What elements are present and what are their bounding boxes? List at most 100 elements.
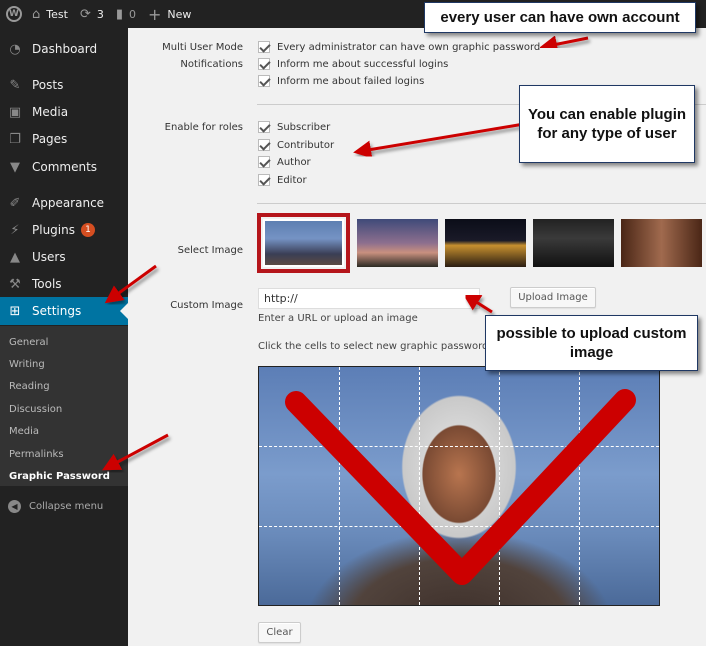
image-option-portrait[interactable] <box>621 219 702 267</box>
role-author[interactable]: Author <box>258 156 311 168</box>
collapse-menu-button[interactable]: ◀ Collapse menu <box>0 493 128 519</box>
sidebar-item-label: Comments <box>32 160 98 174</box>
submenu-item-media[interactable]: Media <box>9 426 39 437</box>
settings-submenu: General Writing Reading Discussion Media… <box>0 326 128 486</box>
plus-icon: + <box>148 4 162 24</box>
sidebar-item-comments[interactable]: ▼ Comments <box>0 153 128 181</box>
sidebar-item-label: Settings <box>32 304 82 318</box>
updates-link[interactable]: ⟳ 3 <box>74 0 110 28</box>
grid-instructions: Click the cells to select new graphic pa… <box>258 341 489 352</box>
multi-user-mode-label: Multi User Mode <box>162 42 243 53</box>
media-icon: ▣ <box>8 104 22 120</box>
section-divider <box>257 203 706 204</box>
settings-icon: ⊞ <box>9 303 21 319</box>
comments-link[interactable]: ▮ 0 <box>110 0 142 28</box>
sidebar-item-label: Dashboard <box>32 42 98 56</box>
wordpress-logo-icon[interactable]: W <box>6 6 22 22</box>
pin-icon: ✎ <box>9 77 21 93</box>
sidebar-item-media[interactable]: ▣ Media <box>0 98 128 126</box>
role-label: Subscriber <box>277 121 331 133</box>
graphic-password-image[interactable] <box>258 366 660 606</box>
notifications-label: Notifications <box>180 59 243 70</box>
upload-image-button[interactable]: Upload Image <box>510 287 596 308</box>
admin-sidebar: ◔ Dashboard ✎ Posts ▣ Media ❐ Pages ▼ Co… <box>0 28 128 646</box>
option-label: Inform me about successful logins <box>277 58 449 70</box>
sidebar-item-label: Posts <box>32 78 64 92</box>
sidebar-item-users[interactable]: ▲ Users <box>0 243 128 271</box>
home-icon: ⌂ <box>32 6 41 22</box>
image-option-bridge[interactable] <box>445 219 526 267</box>
submenu-item-graphic-password[interactable]: Graphic Password <box>9 471 110 482</box>
sidebar-item-label: Tools <box>32 277 62 291</box>
custom-image-label: Custom Image <box>170 300 243 311</box>
new-content-link[interactable]: + New <box>142 0 197 28</box>
role-editor[interactable]: Editor <box>258 174 307 186</box>
checkbox-checked[interactable] <box>258 174 270 186</box>
submenu-item-permalinks[interactable]: Permalinks <box>9 449 64 460</box>
callout-upload: possible to upload custom image <box>485 315 698 371</box>
submenu-item-writing[interactable]: Writing <box>9 359 45 370</box>
option-multi-user[interactable]: Every administrator can have own graphic… <box>258 41 540 53</box>
grid-column-line <box>579 367 580 605</box>
collapse-arrow-icon: ◀ <box>8 499 21 513</box>
callout-roles: You can enable plugin for any type of us… <box>519 85 695 163</box>
checkbox-checked[interactable] <box>258 156 270 168</box>
option-label: Every administrator can have own graphic… <box>277 41 541 53</box>
sidebar-item-pages[interactable]: ❐ Pages <box>0 125 128 153</box>
brush-icon: ✐ <box>9 195 21 211</box>
comment-icon: ▼ <box>10 159 20 175</box>
option-successful-logins[interactable]: Inform me about successful logins <box>258 58 448 70</box>
grid-column-line <box>419 367 420 605</box>
sidebar-item-dashboard[interactable]: ◔ Dashboard <box>0 35 128 63</box>
grid-column-line <box>499 367 500 605</box>
collapse-menu-label: Collapse menu <box>29 500 104 512</box>
comments-count: 0 <box>129 7 136 21</box>
screenshot-root: W ⌂ Test ⟳ 3 ▮ 0 + New ◔ Dashboard ✎ Pos… <box>0 0 706 646</box>
password-grid[interactable] <box>259 367 659 605</box>
sidebar-item-label: Appearance <box>32 196 105 210</box>
image-option-men-in-black[interactable] <box>533 219 614 267</box>
image-option-cheetah[interactable] <box>357 219 438 267</box>
sidebar-item-plugins[interactable]: ⚡ Plugins 1 <box>0 216 128 244</box>
user-icon: ▲ <box>10 249 20 265</box>
sidebar-item-label: Media <box>32 105 69 119</box>
comment-bubble-icon: ▮ <box>115 6 123 22</box>
grid-row-line <box>259 446 659 448</box>
checkbox-checked[interactable] <box>258 58 270 70</box>
sidebar-item-settings[interactable]: ⊞ Settings <box>0 297 128 325</box>
dashboard-icon: ◔ <box>9 41 21 57</box>
role-contributor[interactable]: Contributor <box>258 139 334 151</box>
grid-column-line <box>339 367 340 605</box>
active-indicator <box>120 303 128 319</box>
site-name-link[interactable]: ⌂ Test <box>26 0 74 28</box>
role-label: Editor <box>277 174 307 186</box>
sidebar-item-tools[interactable]: ⚒ Tools <box>0 270 128 298</box>
sidebar-item-posts[interactable]: ✎ Posts <box>0 71 128 99</box>
site-name: Test <box>46 7 68 21</box>
plug-icon: ⚡ <box>10 222 20 238</box>
checkbox-checked[interactable] <box>258 139 270 151</box>
callout-own-account: every user can have own account <box>424 2 696 33</box>
checkbox-checked[interactable] <box>258 121 270 133</box>
wrench-icon: ⚒ <box>9 276 21 292</box>
enable-for-roles-label: Enable for roles <box>164 122 243 133</box>
plugins-update-badge: 1 <box>80 223 95 237</box>
grid-row-line <box>259 525 659 527</box>
option-failed-logins[interactable]: Inform me about failed logins <box>258 75 424 87</box>
submenu-item-discussion[interactable]: Discussion <box>9 404 62 415</box>
select-image-label: Select Image <box>177 245 243 256</box>
submenu-item-reading[interactable]: Reading <box>9 381 50 392</box>
clear-button[interactable]: Clear <box>258 622 301 643</box>
pages-icon: ❐ <box>9 131 21 147</box>
checkbox-checked[interactable] <box>258 41 270 53</box>
submenu-item-general[interactable]: General <box>9 337 48 348</box>
role-subscriber[interactable]: Subscriber <box>258 121 330 133</box>
sidebar-item-label: Plugins <box>32 223 75 237</box>
updates-count: 3 <box>96 7 104 21</box>
role-label: Author <box>277 156 311 168</box>
updates-icon: ⟳ <box>79 6 91 22</box>
checkbox-checked[interactable] <box>258 75 270 87</box>
sidebar-item-appearance[interactable]: ✐ Appearance <box>0 189 128 217</box>
custom-image-url-input[interactable] <box>258 288 480 309</box>
image-option-fighter-pilot[interactable] <box>257 213 350 273</box>
